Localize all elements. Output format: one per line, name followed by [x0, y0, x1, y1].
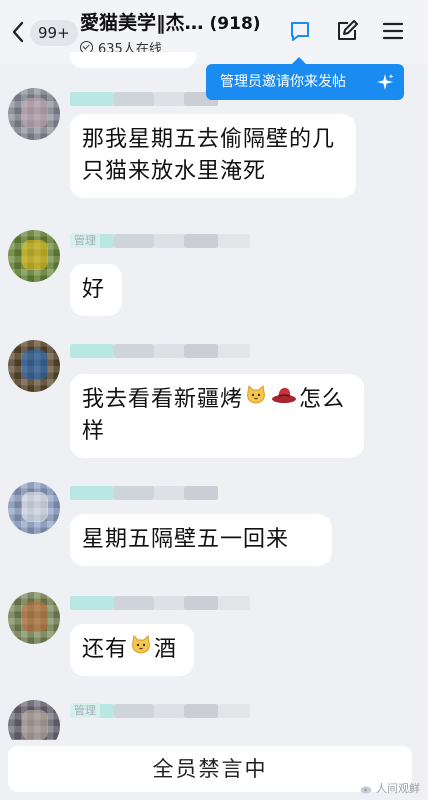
input-area: 全员禁言中 人间观鲜 [0, 740, 428, 800]
avatar[interactable] [8, 482, 60, 534]
edit-icon[interactable] [334, 18, 360, 44]
message-text: 我去看看新疆烤 [82, 387, 244, 412]
menu-icon[interactable] [380, 18, 406, 44]
admin-tag: 管理 [70, 233, 100, 248]
message-bubble[interactable]: 星期五隔壁五一回来 [70, 514, 332, 566]
admin-invite-tooltip[interactable]: 管理员邀请你来发帖 [206, 57, 404, 100]
group-name: 愛猫美学‖杰… [80, 12, 204, 34]
avatar[interactable] [8, 88, 60, 140]
group-title[interactable]: 愛猫美学‖杰… (918) 635人在线 [80, 8, 280, 57]
watermark: 人间观鲜 [360, 780, 420, 796]
chat-header: 99+ 愛猫美学‖杰… (918) 635人在线 [0, 0, 428, 64]
tooltip-text: 管理员邀请你来发帖 [220, 74, 346, 90]
avatar[interactable] [8, 592, 60, 644]
sender-name-blurred [70, 486, 260, 500]
sender-name-blurred [70, 344, 260, 358]
message-bubble[interactable]: 好 [70, 264, 122, 316]
message-bubble[interactable]: 那我星期五去偷隔壁的几只猫来放水里淹死 [70, 114, 356, 198]
sender-name-blurred [70, 596, 260, 610]
back-icon[interactable] [10, 18, 26, 46]
message-bubble[interactable]: 还有酒 [70, 624, 194, 676]
message-text: 酒 [154, 637, 178, 662]
unread-badge[interactable]: 99+ [30, 20, 78, 46]
avatar[interactable] [8, 340, 60, 392]
watermark-text: 人间观鲜 [376, 782, 420, 795]
cat-face-emoji-icon [245, 384, 267, 416]
hat-emoji-icon [271, 384, 297, 416]
muted-notice: 全员禁言中 [8, 746, 412, 792]
sparkle-icon [377, 74, 394, 90]
message-bubble[interactable]: 我去看看新疆烤 怎么样 [70, 374, 364, 458]
cat-face-emoji-icon [130, 634, 152, 666]
avatar[interactable] [8, 230, 60, 282]
previous-message-bubble [70, 52, 196, 68]
weibo-icon [360, 785, 372, 794]
admin-tag: 管理 [70, 703, 100, 718]
message-text: 还有 [82, 637, 129, 662]
chat-bubble-icon[interactable] [287, 18, 313, 44]
member-count: (918) [209, 14, 261, 34]
